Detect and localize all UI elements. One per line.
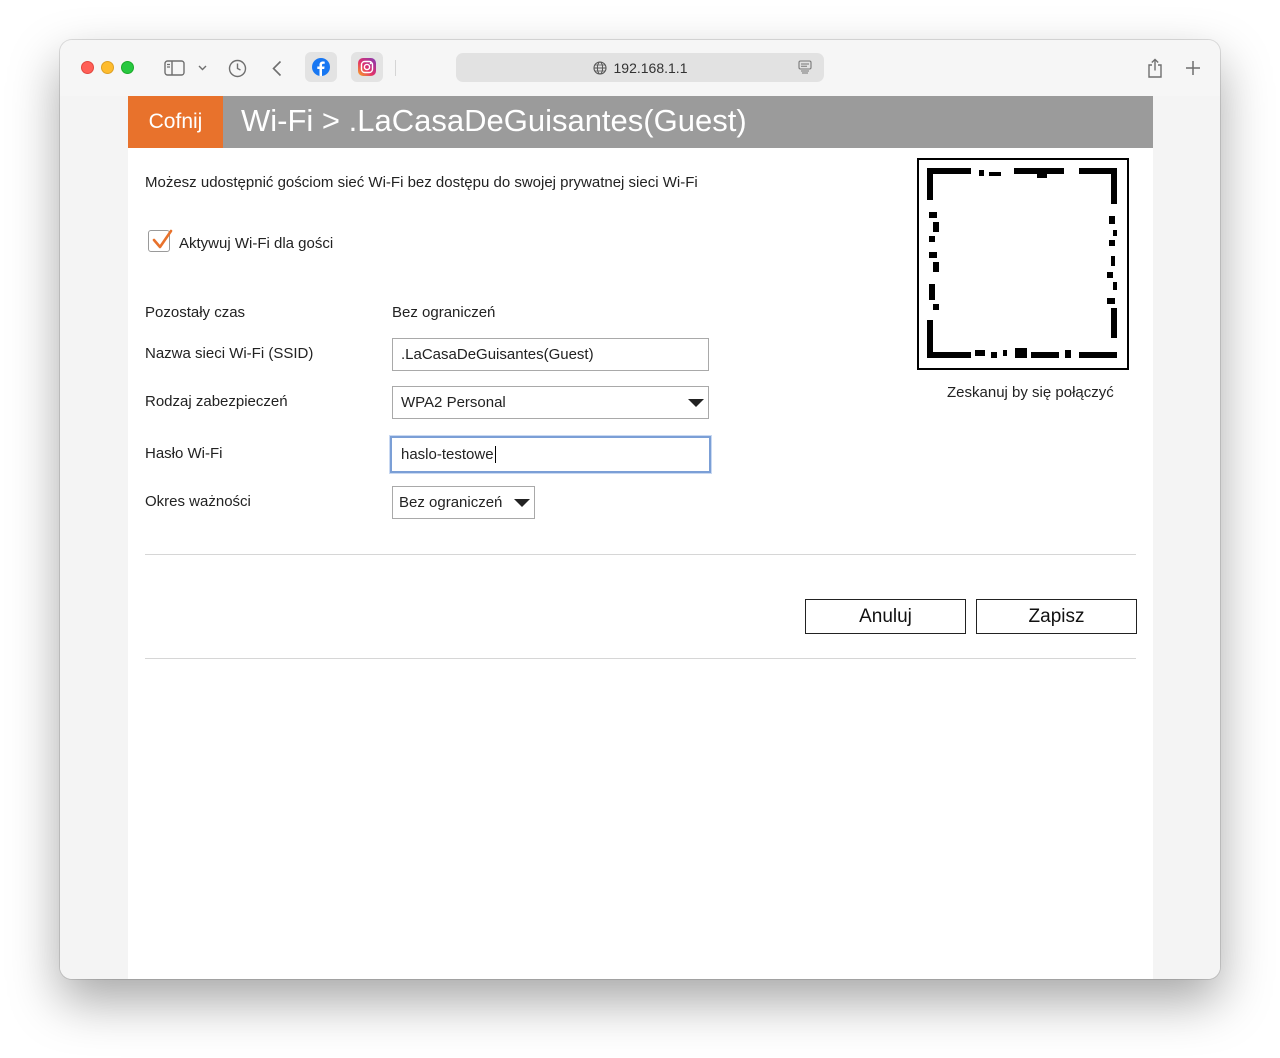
ssid-input[interactable]: .LaCasaDeGuisantes(Guest) [392,338,709,371]
guest-wifi-checkbox[interactable] [148,229,173,252]
text-caret [494,446,496,463]
qr-code-image [927,168,1117,358]
password-input-value[interactable]: haslo-testowe [401,446,494,463]
sidebar-toggle-icon[interactable] [162,56,186,80]
remaining-time-label: Pozostały czas [145,304,246,321]
remaining-time-value: Bez ograniczeń [392,304,496,321]
cancel-button[interactable]: Anuluj [805,599,966,634]
validity-label: Okres ważności [145,493,251,510]
divider-top [145,554,1136,555]
back-button[interactable]: Cofnij [128,96,223,148]
browser-toolbar: 192.168.1.1 [60,40,1220,96]
facebook-icon[interactable] [305,52,337,82]
checkmark-icon [152,229,173,249]
browser-window: 192.168.1.1 Cofnij Wi-Fi > .LaCasaDeGuis… [60,40,1220,979]
page-header: Cofnij Wi-Fi > .LaCasaDeGuisantes(Guest) [128,96,1153,148]
validity-select[interactable]: Bez ograniczeń [392,486,535,519]
guest-wifi-checkbox-label[interactable]: Aktywuj Wi-Fi dla gości [179,235,333,252]
dropdown-arrow-icon[interactable] [688,399,704,407]
back-arrow-icon[interactable] [268,56,286,80]
history-icon[interactable] [226,56,248,80]
address-bar[interactable]: 192.168.1.1 [456,53,824,82]
password-label: Hasło Wi-Fi [145,445,223,462]
globe-icon [592,60,607,75]
security-type-select[interactable]: WPA2 Personal [392,386,709,419]
share-icon[interactable] [1145,56,1165,80]
new-tab-plus-icon[interactable] [1183,56,1203,80]
password-input[interactable]: haslo-testowe [390,436,711,473]
divider-bottom [145,658,1136,659]
intro-text: Możesz udostępnić gościom sieć Wi-Fi bez… [145,174,698,191]
minimize-window-button[interactable] [101,61,114,74]
dropdown-arrow-icon[interactable] [514,499,530,507]
reader-mode-icon[interactable] [798,60,812,74]
security-type-label: Rodzaj zabezpieczeń [145,393,288,410]
validity-selected[interactable]: Bez ograniczeń [399,494,502,511]
ssid-input-value[interactable]: .LaCasaDeGuisantes(Guest) [401,346,594,363]
qr-caption: Zeskanuj by się połączyć [947,384,1114,401]
page-title: Wi-Fi > .LaCasaDeGuisantes(Guest) [241,103,747,138]
chevron-down-icon[interactable] [196,56,208,80]
instagram-icon[interactable] [351,52,383,82]
address-text[interactable]: 192.168.1.1 [614,60,688,76]
ssid-label: Nazwa sieci Wi-Fi (SSID) [145,345,314,362]
toolbar-separator [395,60,396,76]
zoom-window-button[interactable] [121,61,134,74]
guest-wifi-toggle-row[interactable]: Aktywuj Wi-Fi dla gości [148,229,333,252]
wifi-qr-code [917,158,1129,370]
router-settings-panel: Cofnij Wi-Fi > .LaCasaDeGuisantes(Guest)… [128,96,1153,979]
close-window-button[interactable] [81,61,94,74]
page-viewport: Cofnij Wi-Fi > .LaCasaDeGuisantes(Guest)… [60,96,1220,979]
security-type-selected[interactable]: WPA2 Personal [401,394,506,411]
save-button[interactable]: Zapisz [976,599,1137,634]
